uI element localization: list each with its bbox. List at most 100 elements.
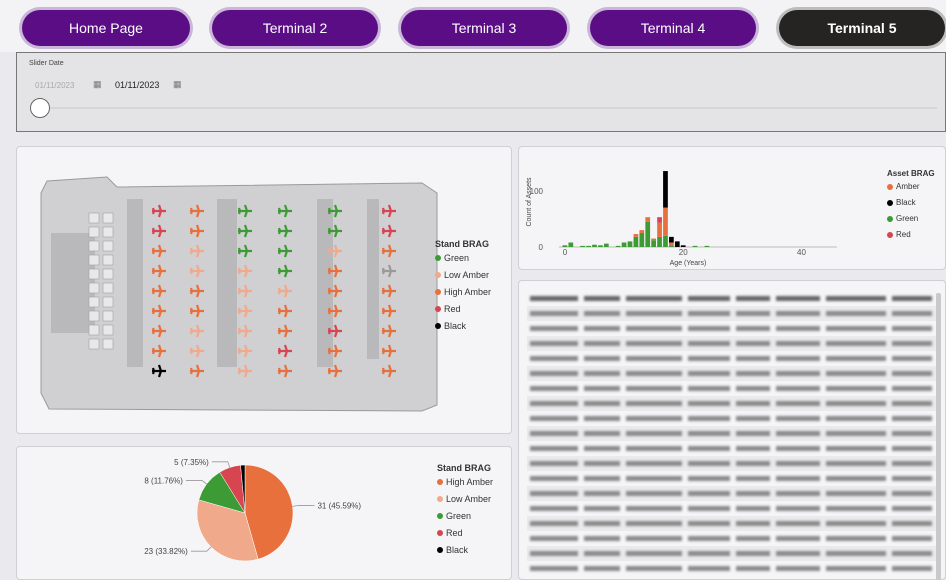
end-date-field[interactable]: 01/11/2023 bbox=[115, 80, 159, 90]
tab-terminal-3[interactable]: Terminal 3 bbox=[401, 10, 567, 46]
legend-item-red[interactable]: Red bbox=[437, 528, 493, 538]
table-cell bbox=[736, 461, 770, 466]
stand-box bbox=[102, 212, 114, 224]
legend-label: Black bbox=[444, 321, 467, 331]
table-cell bbox=[584, 416, 620, 421]
table-cell bbox=[584, 311, 620, 316]
x-tick-label: 0 bbox=[563, 248, 568, 257]
start-date-field[interactable]: 01/11/2023 bbox=[35, 81, 74, 90]
legend-item-red[interactable]: Red bbox=[435, 304, 491, 314]
legend-item-green[interactable]: Green bbox=[435, 253, 491, 263]
table-row[interactable] bbox=[527, 306, 937, 321]
terminal-map-panel: Stand BRAG Green Low Amber High Amber Re… bbox=[16, 146, 512, 434]
table-cell bbox=[584, 506, 620, 511]
legend-label: Green bbox=[446, 511, 472, 521]
table-cell bbox=[688, 446, 730, 451]
table-cell bbox=[584, 476, 620, 481]
tab-terminal-2[interactable]: Terminal 2 bbox=[212, 10, 378, 46]
table-cell bbox=[530, 326, 578, 331]
bar-segment bbox=[663, 235, 668, 247]
table-cell bbox=[530, 491, 578, 496]
table-cell bbox=[530, 401, 578, 406]
table-cell bbox=[736, 401, 770, 406]
table-cell bbox=[826, 551, 886, 556]
legend-item-amber[interactable]: Amber bbox=[887, 182, 935, 191]
table-cell bbox=[776, 566, 820, 571]
asset-table-panel bbox=[518, 280, 946, 580]
legend-item-black[interactable]: Black bbox=[437, 545, 493, 555]
table-scrollbar[interactable] bbox=[936, 293, 941, 580]
legend-item-high-amber[interactable]: High Amber bbox=[435, 287, 491, 297]
table-cell bbox=[626, 551, 682, 556]
stand-pie-panel: 31 (45.59%) 23 (33.82%) 8 (11.76%) 5 (7.35%… bbox=[16, 446, 512, 580]
table-row[interactable] bbox=[527, 486, 937, 501]
legend-item-low-amber[interactable]: Low Amber bbox=[435, 270, 491, 280]
table-cell bbox=[688, 296, 730, 301]
table-row[interactable] bbox=[527, 531, 937, 546]
table-cell bbox=[584, 491, 620, 496]
table-cell bbox=[626, 311, 682, 316]
table-cell bbox=[584, 371, 620, 376]
table-row[interactable] bbox=[527, 561, 937, 576]
bar-segment bbox=[568, 242, 574, 247]
calendar-icon[interactable]: ▦ bbox=[173, 79, 182, 90]
slider-handle[interactable] bbox=[30, 98, 50, 118]
table-row[interactable] bbox=[527, 441, 937, 456]
calendar-icon[interactable]: ▦ bbox=[93, 79, 102, 90]
table-cell bbox=[892, 536, 932, 541]
table-cell bbox=[892, 446, 932, 451]
table-row[interactable] bbox=[527, 396, 937, 411]
table-row[interactable] bbox=[527, 291, 937, 306]
table-cell bbox=[688, 311, 730, 316]
table-row[interactable] bbox=[527, 471, 937, 486]
slider-track[interactable] bbox=[47, 107, 937, 109]
legend-item-green[interactable]: Green bbox=[887, 214, 935, 223]
table-row[interactable] bbox=[527, 381, 937, 396]
table-cell bbox=[584, 551, 620, 556]
table-row[interactable] bbox=[527, 426, 937, 441]
stand-box bbox=[102, 226, 114, 238]
legend-item-black[interactable]: Black bbox=[435, 321, 491, 331]
tab-home-page[interactable]: Home Page bbox=[22, 10, 190, 46]
table-cell bbox=[892, 311, 932, 316]
legend-item-high-amber[interactable]: High Amber bbox=[437, 477, 493, 487]
legend-item-green[interactable]: Green bbox=[437, 511, 493, 521]
table-cell bbox=[826, 431, 886, 436]
table-cell bbox=[626, 356, 682, 361]
legend-label: Red bbox=[896, 230, 911, 239]
table-cell bbox=[626, 476, 682, 481]
table-cell bbox=[626, 326, 682, 331]
bar-segment bbox=[598, 245, 603, 247]
stand-box bbox=[88, 212, 100, 224]
table-row[interactable] bbox=[527, 456, 937, 471]
table-row[interactable] bbox=[527, 411, 937, 426]
table-cell bbox=[736, 476, 770, 481]
table-cell bbox=[776, 416, 820, 421]
table-row[interactable] bbox=[527, 516, 937, 531]
table-row[interactable] bbox=[527, 351, 937, 366]
legend-item-low-amber[interactable]: Low Amber bbox=[437, 494, 493, 504]
stand-brag-legend: Stand BRAG Green Low Amber High Amber Re… bbox=[435, 239, 491, 338]
table-row[interactable] bbox=[527, 336, 937, 351]
table-cell bbox=[826, 476, 886, 481]
table-cell bbox=[688, 536, 730, 541]
table-cell bbox=[530, 566, 578, 571]
table-cell bbox=[626, 401, 682, 406]
table-row[interactable] bbox=[527, 366, 937, 381]
asset-table[interactable] bbox=[527, 291, 937, 576]
table-row[interactable] bbox=[527, 321, 937, 336]
tab-terminal-4[interactable]: Terminal 4 bbox=[590, 10, 756, 46]
table-cell bbox=[776, 476, 820, 481]
table-row[interactable] bbox=[527, 501, 937, 516]
table-cell bbox=[584, 401, 620, 406]
table-row[interactable] bbox=[527, 546, 937, 561]
legend-item-red[interactable]: Red bbox=[887, 230, 935, 239]
date-slicer: Slider Date 01/11/2023 ▦ 01/11/2023 ▦ bbox=[16, 52, 946, 132]
bar-segment bbox=[669, 245, 674, 247]
table-cell bbox=[688, 506, 730, 511]
terminal-stand-map bbox=[40, 176, 438, 412]
table-cell bbox=[688, 386, 730, 391]
y-axis-label: Count of Assets bbox=[526, 177, 533, 227]
legend-item-black[interactable]: Black bbox=[887, 198, 935, 207]
tab-terminal-5[interactable]: Terminal 5 bbox=[779, 10, 945, 46]
